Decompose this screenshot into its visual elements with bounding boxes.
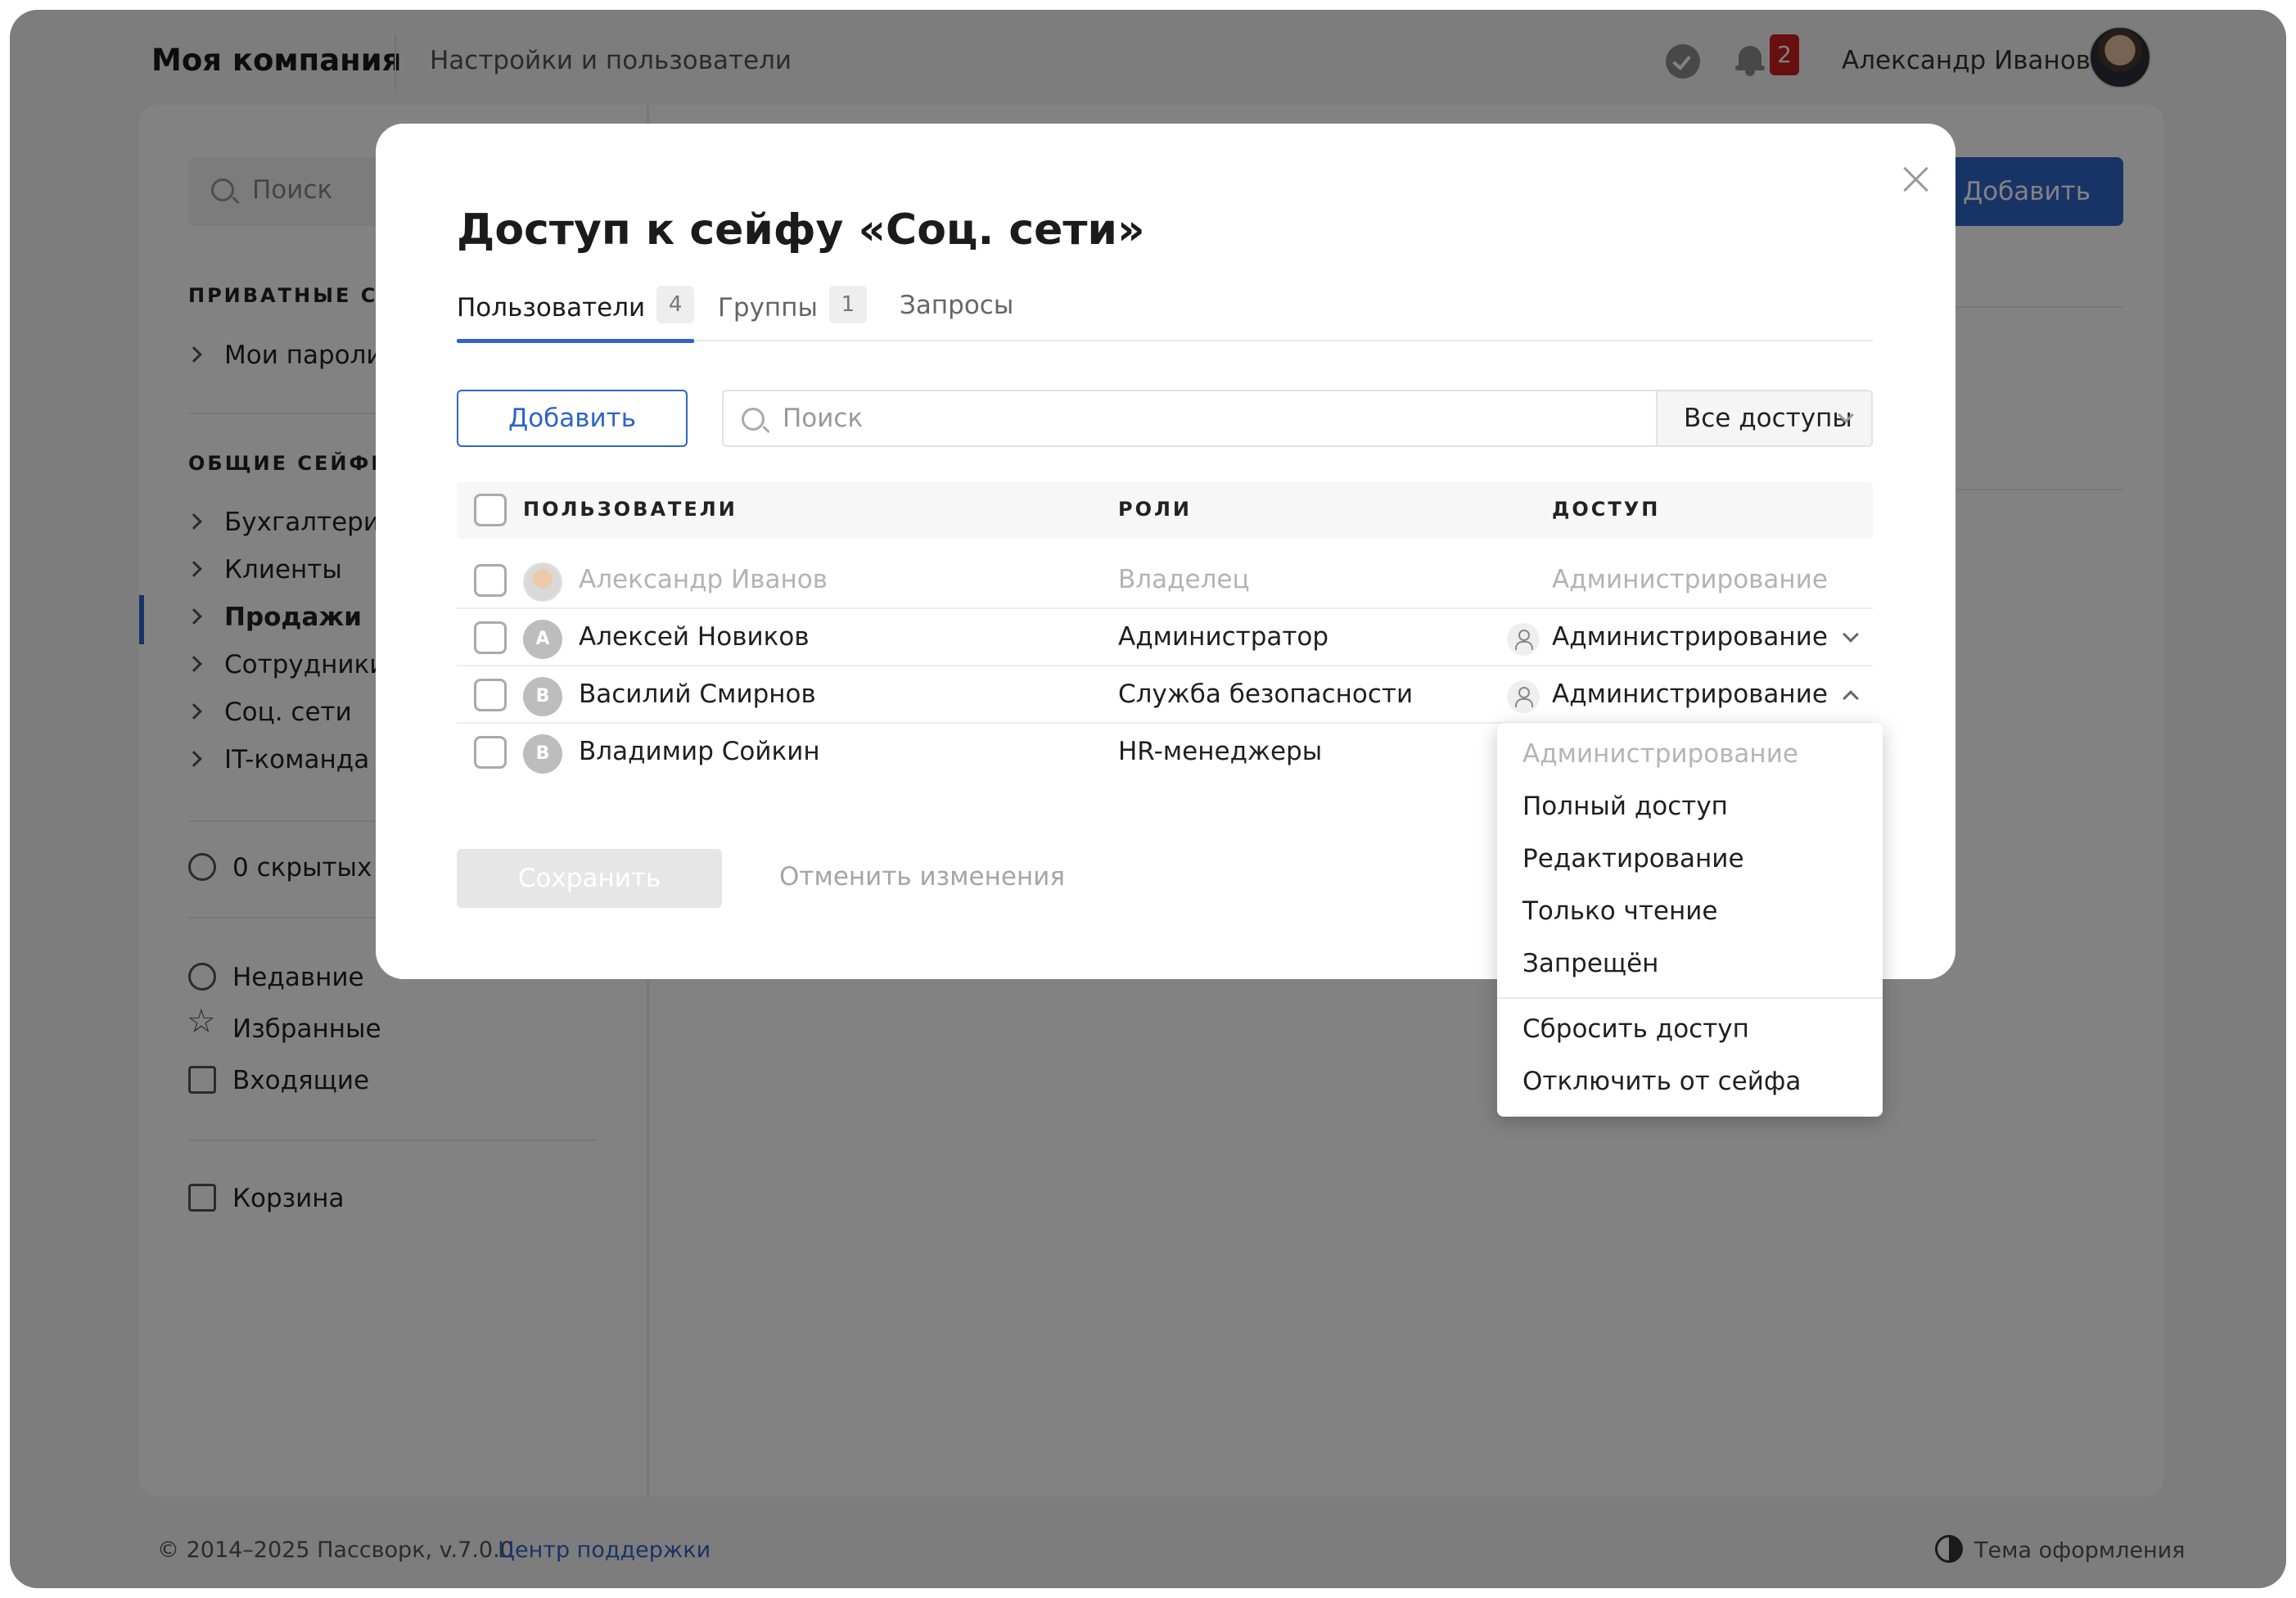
tab-requests[interactable]: Запросы — [900, 291, 1013, 341]
avatar: В — [523, 734, 562, 774]
cancel-changes-link[interactable]: Отменить изменения — [779, 862, 1065, 892]
select-all-checkbox[interactable] — [474, 494, 507, 526]
modal-tabs: Пользователи 4 Группы 1 Запросы — [457, 286, 1873, 343]
save-button[interactable]: Сохранить — [457, 849, 722, 908]
person-icon — [1507, 680, 1540, 713]
menu-item-denied[interactable]: Запрещён — [1522, 949, 1658, 978]
user-name-cell: Александр Иванов — [579, 565, 828, 594]
access-dropdown[interactable]: Администрирование — [1552, 622, 1828, 652]
menu-item-disconnect[interactable]: Отключить от сейфа — [1522, 1067, 1801, 1096]
column-header-users: ПОЛЬЗОВАТЕЛИ — [523, 498, 738, 521]
app-window: Моя компания Настройки и пользователи 2 … — [10, 10, 2286, 1588]
table-header: ПОЛЬЗОВАТЕЛИ РОЛИ ДОСТУП — [457, 481, 1873, 539]
user-name-cell: Василий Смирнов — [579, 679, 816, 709]
menu-item-edit[interactable]: Редактирование — [1522, 844, 1744, 873]
column-header-access: ДОСТУП — [1552, 498, 1661, 521]
access-menu: Администрирование Полный доступ Редактир… — [1497, 723, 1883, 1117]
menu-item-read-only[interactable]: Только чтение — [1522, 896, 1717, 926]
tab-count-badge: 4 — [656, 286, 695, 323]
menu-divider — [1497, 997, 1883, 999]
role-cell: Администратор — [1118, 622, 1329, 652]
avatar: В — [523, 677, 562, 716]
access-dropdown[interactable]: Администрирование — [1552, 679, 1828, 709]
role-cell: Владелец — [1118, 565, 1250, 594]
table-row: А Алексей Новиков Администратор Админист… — [457, 609, 1873, 666]
row-checkbox[interactable] — [474, 736, 507, 769]
row-checkbox[interactable] — [474, 679, 507, 711]
access-filter-select[interactable]: Все доступы — [1658, 390, 1873, 447]
user-search[interactable] — [722, 390, 1658, 447]
chevron-up-icon[interactable] — [1843, 690, 1859, 706]
close-icon[interactable] — [1900, 163, 1933, 196]
avatar: А — [523, 620, 562, 659]
modal-title: Доступ к сейфу «Соц. сети» — [457, 205, 1145, 255]
role-cell: Служба безопасности — [1118, 679, 1414, 709]
person-icon — [1507, 623, 1540, 656]
role-cell: HR-менеджеры — [1118, 737, 1323, 766]
search-icon — [742, 408, 765, 431]
table-row: В Василий Смирнов Служба безопасности Ад… — [457, 666, 1873, 724]
column-header-roles: РОЛИ — [1118, 498, 1193, 521]
menu-item-reset-access[interactable]: Сбросить доступ — [1522, 1014, 1749, 1044]
table-row: Александр Иванов Владелец Администрирова… — [457, 552, 1873, 609]
add-user-button[interactable]: Добавить — [457, 390, 688, 447]
row-checkbox[interactable] — [474, 621, 507, 654]
avatar — [523, 562, 562, 602]
menu-item-current-access: Администрирование — [1522, 739, 1798, 769]
menu-item-full-access[interactable]: Полный доступ — [1522, 792, 1728, 821]
search-input[interactable] — [783, 398, 1634, 439]
user-name-cell: Алексей Новиков — [579, 622, 810, 652]
tab-users[interactable]: Пользователи 4 — [457, 286, 695, 343]
row-checkbox[interactable] — [474, 564, 507, 597]
tab-count-badge: 1 — [828, 286, 867, 323]
user-name-cell: Владимир Сойкин — [579, 737, 820, 766]
access-cell: Администрирование — [1552, 565, 1828, 594]
tab-groups[interactable]: Группы 1 — [718, 286, 867, 341]
chevron-down-icon[interactable] — [1843, 626, 1859, 643]
